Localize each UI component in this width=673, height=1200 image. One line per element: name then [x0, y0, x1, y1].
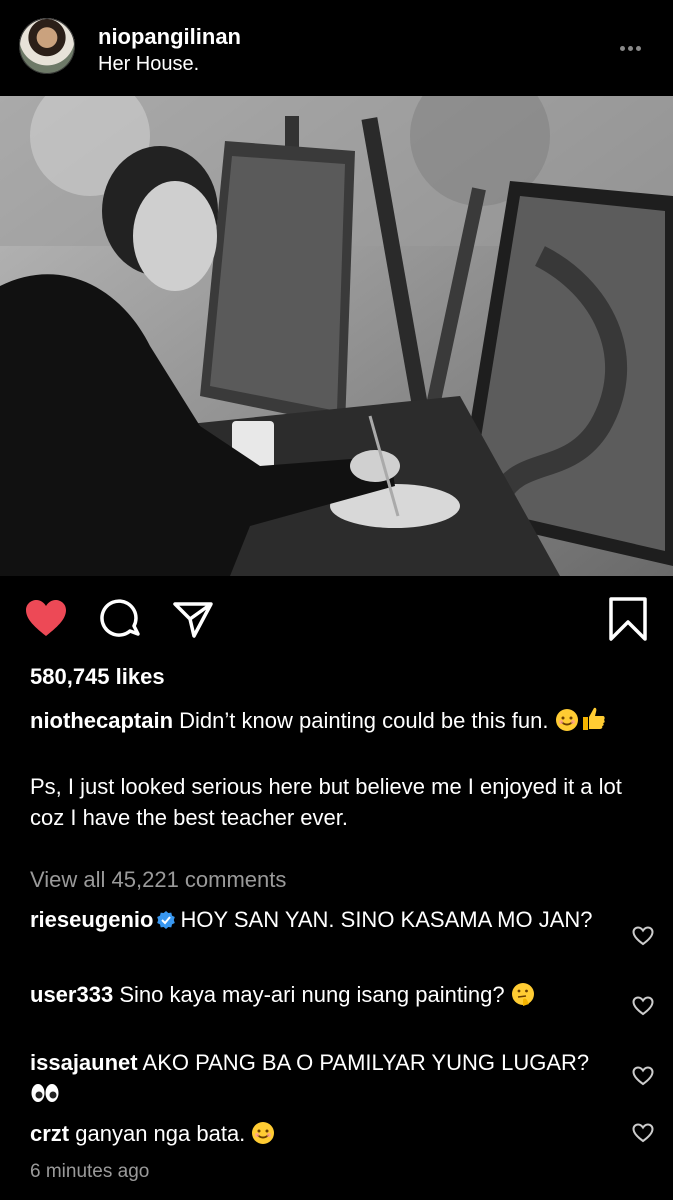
comment-text: HOY SAN YAN. SINO KASAMA MO JAN? [180, 907, 593, 932]
avatar[interactable] [19, 18, 75, 74]
bookmark-icon[interactable] [606, 596, 650, 642]
smiling-emoji-icon [555, 708, 579, 740]
comment-item: issajaunet AKO PANG BA O PAMILYAR YUNG L… [30, 1048, 600, 1112]
comment-item: crzt ganyan nga bata. [30, 1119, 600, 1153]
comment-text: Sino kaya may-ari nung isang painting? [119, 982, 505, 1007]
thumbs-up-emoji-icon [579, 704, 607, 740]
more-options-icon[interactable] [620, 38, 646, 51]
comment-username[interactable]: crzt [30, 1121, 69, 1146]
action-bar [0, 590, 673, 650]
post-header: niopangilinan Her House. [0, 0, 673, 96]
heart-outline-icon[interactable] [632, 926, 654, 946]
eyes-emoji-icon [30, 1082, 60, 1112]
likes-count[interactable]: 580,745 likes [30, 664, 165, 690]
caption-text: Didn’t know painting could be this fun. [179, 708, 549, 733]
post-location[interactable]: Her House. [98, 53, 199, 76]
smiling-emoji-icon [251, 1121, 275, 1153]
post-photo[interactable] [0, 96, 673, 576]
comment-item: rieseugenio HOY SAN YAN. SINO KASAMA MO J… [30, 905, 600, 935]
verified-icon [156, 908, 176, 929]
comment-text: ganyan nga bata. [75, 1121, 246, 1146]
comment-icon[interactable] [100, 598, 142, 640]
post-caption: niothecaptain Didn’t know painting could… [30, 704, 630, 833]
thinking-emoji-icon [511, 982, 535, 1014]
comment-username[interactable]: issajaunet [30, 1050, 138, 1075]
post-username[interactable]: niopangilinan [98, 24, 241, 50]
comment-text: AKO PANG BA O PAMILYAR YUNG LUGAR? [142, 1050, 590, 1075]
view-all-comments-link[interactable]: View all 45,221 comments [30, 867, 286, 893]
heart-outline-icon[interactable] [632, 1066, 654, 1086]
heart-filled-icon[interactable] [24, 598, 68, 638]
heart-outline-icon[interactable] [632, 996, 654, 1016]
comment-item: user333 Sino kaya may-ari nung isang pai… [30, 980, 600, 1014]
heart-outline-icon[interactable] [632, 1123, 654, 1143]
post-timestamp: 6 minutes ago [30, 1161, 150, 1182]
caption-text-ps: Ps, I just looked serious here but belie… [30, 774, 622, 830]
share-icon[interactable] [172, 598, 214, 640]
comment-username[interactable]: rieseugenio [30, 907, 153, 932]
comment-username[interactable]: user333 [30, 982, 113, 1007]
caption-username[interactable]: niothecaptain [30, 708, 173, 733]
